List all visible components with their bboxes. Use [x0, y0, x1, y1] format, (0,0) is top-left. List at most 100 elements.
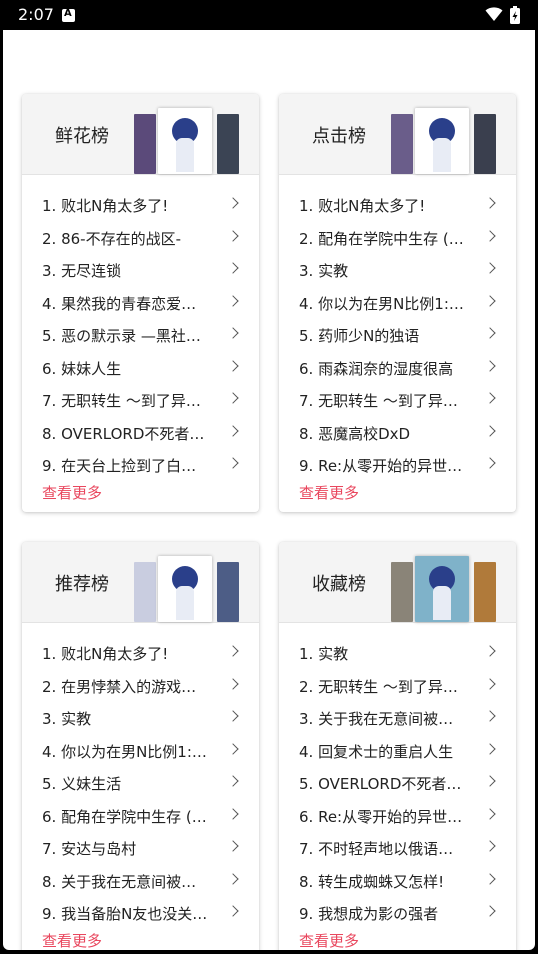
item-title: 6. 妹妹人生 [42, 359, 122, 378]
status-bar: 2:07 [0, 0, 538, 30]
list-item[interactable]: 1. 败北N角太多了! [22, 635, 259, 668]
list-item[interactable]: 9. 在天台上捡到了白长… [22, 447, 259, 480]
list-item[interactable]: 4. 果然我的青春恋爱喜… [22, 285, 259, 318]
ranking-card-favorites: 收藏榜 1. 实教 2. 无职转生 ～到了异… 3. 关于我在无意间被隔… 4.… [279, 542, 516, 950]
book-cover[interactable] [217, 562, 239, 622]
list-item[interactable]: 3. 无尽连锁 [22, 252, 259, 285]
list-item[interactable]: 1. 实教 [279, 635, 516, 668]
chevron-right-icon [227, 677, 239, 690]
chevron-right-icon [227, 359, 239, 372]
book-cover[interactable] [474, 114, 496, 174]
list-item[interactable]: 4. 你以为在男N比例1:5… [22, 733, 259, 766]
list-item[interactable]: 7. 安达与岛村 [22, 830, 259, 863]
list-item[interactable]: 9. 我想成为影の强者 [279, 895, 516, 928]
list-item[interactable]: 4. 回复术士的重启人生 [279, 733, 516, 766]
book-cover[interactable] [415, 108, 469, 174]
item-title: 1. 实教 [299, 645, 349, 663]
card-title: 点击榜 [312, 126, 366, 147]
book-cover[interactable] [158, 108, 212, 174]
book-cover[interactable] [134, 114, 156, 174]
chevron-right-icon [227, 457, 239, 469]
item-title: 2. 在男悖禁入的游戏世… [42, 677, 210, 696]
list-item[interactable]: 1. 败北N角太多了! [22, 187, 259, 220]
ranking-list: 1. 实教 2. 无职转生 ～到了异… 3. 关于我在无意间被隔… 4. 回复术… [279, 623, 516, 928]
list-item[interactable]: 3. 实教 [22, 700, 259, 733]
chevron-right-icon [484, 807, 496, 820]
item-title: 3. 无尽连锁 [42, 262, 122, 280]
card-title: 鲜花榜 [55, 126, 109, 147]
list-item[interactable]: 7. 不时轻声地以俄语遮… [279, 830, 516, 863]
chevron-right-icon [227, 197, 239, 209]
book-cover[interactable] [158, 556, 212, 622]
list-item[interactable]: 8. 转生成蜘蛛又怎样! [279, 863, 516, 896]
list-item[interactable]: 8. 关于我在无意间被隔… [22, 863, 259, 896]
list-item[interactable]: 4. 你以为在男N比例1:5… [279, 285, 516, 318]
list-item[interactable]: 6. Re:从零开始的异世… [279, 798, 516, 831]
list-item[interactable]: 6. 雨森润奈的湿度很高 [279, 350, 516, 383]
list-item[interactable]: 7. 无职转生 ～到了异… [279, 382, 516, 415]
list-item[interactable]: 3. 关于我在无意间被隔… [279, 700, 516, 733]
list-item[interactable]: 2. 无职转生 ～到了异… [279, 668, 516, 701]
ranking-card-recommend: 推荐榜 1. 败北N角太多了! 2. 在男悖禁入的游戏世… 3. 实教 4. 你… [22, 542, 259, 950]
item-title: 3. 实教 [299, 262, 349, 280]
item-title: 6. 雨森润奈的湿度很高 [299, 359, 454, 378]
item-title: 1. 败北N角太多了! [299, 197, 426, 215]
item-title: 7. 安达与岛村 [42, 840, 137, 858]
list-item[interactable]: 8. OVERLORD不死者の… [22, 415, 259, 448]
chevron-right-icon [484, 742, 496, 755]
chevron-right-icon [484, 229, 496, 242]
ranking-card-flower: 鲜花榜 1. 败北N角太多了! 2. 86-不存在的战区- 3. 无尽连锁 4.… [22, 94, 259, 512]
item-title: 5. OVERLORD不死者の… [299, 775, 467, 793]
chevron-right-icon [227, 645, 239, 657]
battery-charging-icon [510, 6, 520, 24]
view-more-link[interactable]: 查看更多 [42, 928, 259, 951]
list-item[interactable]: 6. 妹妹人生 [22, 350, 259, 383]
book-cover[interactable] [474, 562, 496, 622]
view-more-link[interactable]: 查看更多 [299, 480, 516, 512]
chevron-right-icon [227, 294, 239, 307]
book-cover[interactable] [134, 562, 156, 622]
chevron-right-icon [484, 677, 496, 690]
chevron-right-icon [227, 229, 239, 242]
list-item[interactable]: 5. 义妹生活 [22, 765, 259, 798]
list-item[interactable]: 8. 恶魔高校DxD [279, 415, 516, 448]
item-title: 3. 关于我在无意间被隔… [299, 710, 467, 728]
item-title: 1. 败北N角太多了! [42, 645, 169, 663]
item-title: 7. 无职转生 ～到了异… [299, 392, 458, 410]
list-item[interactable]: 3. 实教 [279, 252, 516, 285]
chevron-right-icon [484, 840, 496, 852]
list-item[interactable]: 1. 败北N角太多了! [279, 187, 516, 220]
list-item[interactable]: 9. 我当备胎N友也没关… [22, 895, 259, 928]
item-title: 8. 转生成蜘蛛又怎样! [299, 872, 445, 891]
chevron-right-icon [484, 710, 496, 722]
book-cover[interactable] [391, 114, 413, 174]
item-title: 5. 义妹生活 [42, 775, 122, 793]
chevron-right-icon [227, 424, 239, 437]
list-item[interactable]: 5. OVERLORD不死者の… [279, 765, 516, 798]
item-title: 9. Re:从零开始的异世… [299, 457, 463, 475]
item-title: 8. 恶魔高校DxD [299, 424, 411, 443]
list-item[interactable]: 2. 在男悖禁入的游戏世… [22, 668, 259, 701]
list-item[interactable]: 7. 无职转生 ～到了异… [22, 382, 259, 415]
item-title: 9. 在天台上捡到了白长… [42, 457, 210, 475]
list-item[interactable]: 5. 恶の默示录 —黑社… [22, 317, 259, 350]
chevron-right-icon [484, 359, 496, 372]
item-title: 8. OVERLORD不死者の… [42, 424, 210, 443]
list-item[interactable]: 2. 86-不存在的战区- [22, 220, 259, 253]
chevron-right-icon [484, 424, 496, 437]
ranking-list: 1. 败北N角太多了! 2. 配角在学院中生存 (… 3. 实教 4. 你以为在… [279, 175, 516, 480]
list-item[interactable]: 5. 药师少N的独语 [279, 317, 516, 350]
view-more-link[interactable]: 查看更多 [299, 928, 516, 951]
item-title: 8. 关于我在无意间被隔… [42, 872, 210, 891]
list-item[interactable]: 2. 配角在学院中生存 (… [279, 220, 516, 253]
notification-a-icon [62, 8, 75, 22]
book-cover[interactable] [415, 556, 469, 622]
book-cover[interactable] [391, 562, 413, 622]
status-time: 2:07 [18, 5, 54, 24]
list-item[interactable]: 6. 配角在学院中生存 (… [22, 798, 259, 831]
cover-stack [134, 556, 239, 622]
book-cover[interactable] [217, 114, 239, 174]
wifi-icon [485, 7, 503, 21]
list-item[interactable]: 9. Re:从零开始的异世… [279, 447, 516, 480]
view-more-link[interactable]: 查看更多 [42, 480, 259, 512]
